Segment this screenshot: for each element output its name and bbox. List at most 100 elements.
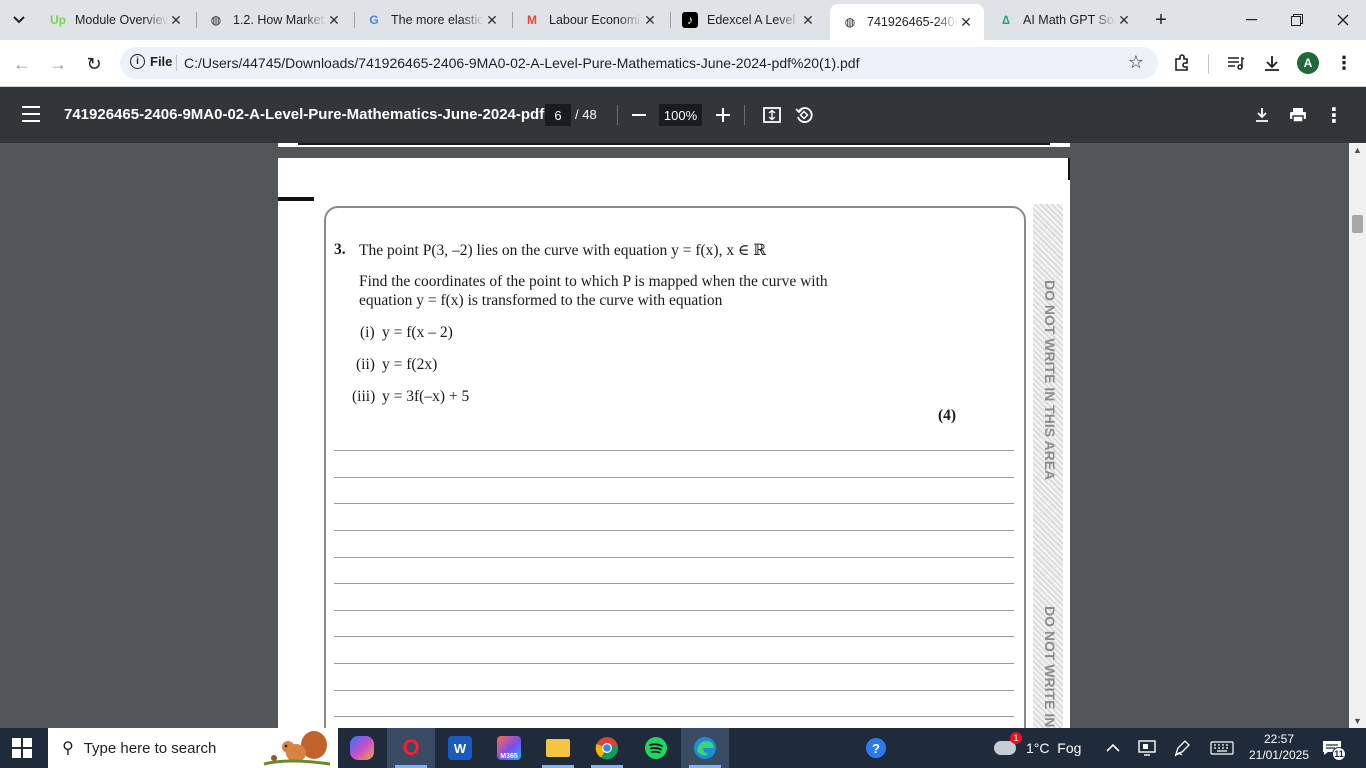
bookmark-star-icon[interactable]: ☆ bbox=[1128, 52, 1144, 73]
reload-button[interactable]: ↻ bbox=[80, 50, 108, 78]
scroll-down-icon[interactable]: ▼ bbox=[1353, 716, 1362, 726]
taskbar-opera[interactable]: O bbox=[387, 728, 435, 768]
notification-count-badge: 11 bbox=[1332, 747, 1346, 761]
taskbar-search-box[interactable]: ⚲ Type here to search bbox=[48, 728, 338, 768]
answer-line bbox=[334, 663, 1014, 664]
restore-button[interactable] bbox=[1274, 0, 1320, 40]
page-number-input[interactable]: 6 bbox=[545, 104, 571, 126]
close-icon[interactable]: ✕ bbox=[1116, 12, 1132, 28]
minimize-button[interactable] bbox=[1228, 0, 1274, 40]
clock-time: 22:57 bbox=[1263, 732, 1295, 746]
windows-start-icon[interactable] bbox=[12, 738, 32, 758]
tab-0[interactable]: Up Module Overview ✕ bbox=[38, 0, 194, 40]
toolbar-divider bbox=[617, 105, 618, 125]
zoom-out-button[interactable] bbox=[627, 103, 651, 127]
ai-math-icon: ∆ bbox=[1002, 13, 1010, 27]
fog-icon: 1 bbox=[994, 732, 1022, 755]
answer-line bbox=[334, 503, 1014, 504]
answer-line bbox=[334, 610, 1014, 611]
fit-to-page-button[interactable] bbox=[760, 103, 784, 127]
pdf-viewer[interactable]: DO NOT WRITE IN THIS AREA DO NOT WRITE I… bbox=[0, 143, 1366, 728]
site-info-button[interactable]: i File bbox=[130, 54, 172, 69]
more-options-icon[interactable]: ⋮ bbox=[1322, 103, 1346, 127]
close-icon[interactable]: ✕ bbox=[484, 12, 500, 28]
clock[interactable]: 22:57 21/01/2025 bbox=[1246, 731, 1312, 763]
page-corner-mark bbox=[1068, 158, 1070, 180]
chevron-up-icon bbox=[1106, 743, 1120, 752]
scroll-up-icon[interactable]: ▲ bbox=[1353, 145, 1362, 155]
help-tray-icon[interactable]: ? bbox=[866, 728, 886, 768]
arrow-left-icon: ← bbox=[13, 53, 31, 74]
profile-avatar[interactable]: A bbox=[1297, 52, 1319, 74]
clock-date: 21/01/2025 bbox=[1248, 748, 1310, 762]
taskbar-copilot[interactable] bbox=[338, 728, 386, 768]
weather-widget[interactable]: 1 1°C Fog bbox=[994, 728, 1081, 768]
chrome-icon bbox=[595, 737, 619, 760]
keyboard-tray-icon[interactable] bbox=[1210, 728, 1234, 768]
answer-line bbox=[334, 636, 1014, 637]
taskbar-file-explorer[interactable] bbox=[534, 728, 582, 768]
close-icon[interactable]: ✕ bbox=[800, 12, 816, 28]
notification-center-button[interactable]: 11 bbox=[1322, 728, 1346, 768]
new-tab-button[interactable]: + bbox=[1149, 8, 1173, 32]
close-icon[interactable]: ✕ bbox=[642, 12, 658, 28]
chevron-down-icon bbox=[13, 16, 25, 24]
tab-active-pdf[interactable]: ◍ 741926465-2406 ✕ bbox=[830, 4, 984, 40]
globe-icon: ◍ bbox=[844, 15, 856, 29]
show-hidden-icons[interactable] bbox=[1106, 728, 1120, 768]
taskbar-microsoft-365[interactable]: M365 bbox=[485, 728, 533, 768]
taskbar-spotify[interactable] bbox=[632, 728, 680, 768]
hamburger-menu-icon[interactable] bbox=[22, 106, 40, 122]
downloads-icon[interactable] bbox=[1260, 51, 1284, 75]
part-label: (i) bbox=[360, 324, 375, 341]
tab-2[interactable]: G The more elastic ✕ bbox=[354, 0, 510, 40]
google-icon: G bbox=[369, 13, 379, 27]
omnibox[interactable]: i File C:/Users/44745/Downloads/74192646… bbox=[120, 47, 1158, 79]
forward-button[interactable]: → bbox=[44, 50, 72, 78]
print-button[interactable] bbox=[1286, 103, 1310, 127]
answer-line bbox=[334, 716, 1014, 717]
scrollbar-thumb[interactable] bbox=[1352, 215, 1363, 233]
pen-tray-icon[interactable] bbox=[1173, 728, 1191, 768]
tab-6[interactable]: ∆ AI Math GPT Sol ✕ bbox=[986, 0, 1142, 40]
tab-search-button[interactable] bbox=[6, 7, 32, 33]
answer-line bbox=[334, 530, 1014, 531]
tab-3[interactable]: M Labour Economics ✕ bbox=[512, 0, 668, 40]
url-text[interactable]: C:/Users/44745/Downloads/741926465-2406-… bbox=[184, 55, 859, 71]
extensions-icon[interactable] bbox=[1170, 51, 1194, 75]
close-icon[interactable]: ✕ bbox=[326, 12, 342, 28]
tab-1[interactable]: ◍ 1.2. How Markets ✕ bbox=[196, 0, 352, 40]
close-icon[interactable]: ✕ bbox=[958, 14, 974, 30]
zoom-level-input[interactable]: 100% bbox=[659, 104, 702, 126]
vertical-scrollbar[interactable]: ▲ ▼ bbox=[1349, 143, 1366, 728]
question-number: 3. bbox=[334, 241, 346, 258]
marks-label: (4) bbox=[938, 407, 957, 424]
tab-title: Module Overview bbox=[75, 13, 168, 27]
rotate-icon bbox=[795, 107, 813, 123]
display-icon bbox=[1138, 740, 1156, 756]
media-control-icon[interactable] bbox=[1224, 51, 1248, 75]
pdf-toolbar: 741926465-2406-9MA0-02-A-Level-Pure-Math… bbox=[0, 87, 1366, 143]
tiktok-icon: ♪ bbox=[682, 12, 698, 28]
edge-icon bbox=[694, 737, 716, 759]
close-icon[interactable]: ✕ bbox=[168, 12, 184, 28]
taskbar-edge[interactable] bbox=[681, 728, 729, 768]
taskbar-chrome[interactable] bbox=[583, 728, 631, 768]
tab-4[interactable]: ♪ Edexcel A Level ✕ bbox=[670, 0, 826, 40]
rotate-button[interactable] bbox=[792, 103, 816, 127]
close-window-button[interactable] bbox=[1320, 0, 1366, 40]
taskbar-word[interactable]: W bbox=[436, 728, 484, 768]
answer-line bbox=[334, 477, 1014, 478]
back-button[interactable]: ← bbox=[8, 50, 36, 78]
network-tray-icon[interactable] bbox=[1138, 728, 1156, 768]
download-button[interactable] bbox=[1250, 103, 1274, 127]
plus-icon bbox=[716, 108, 730, 122]
download-icon bbox=[1256, 108, 1268, 122]
folder-icon bbox=[546, 739, 570, 757]
zoom-in-button[interactable] bbox=[711, 103, 735, 127]
reload-icon: ↻ bbox=[86, 53, 102, 74]
kebab-menu-icon[interactable]: ⋮ bbox=[1332, 51, 1356, 75]
print-icon bbox=[1290, 108, 1306, 123]
part-text: y = f(2x) bbox=[382, 356, 438, 373]
notification-icon: 11 bbox=[1322, 740, 1346, 761]
